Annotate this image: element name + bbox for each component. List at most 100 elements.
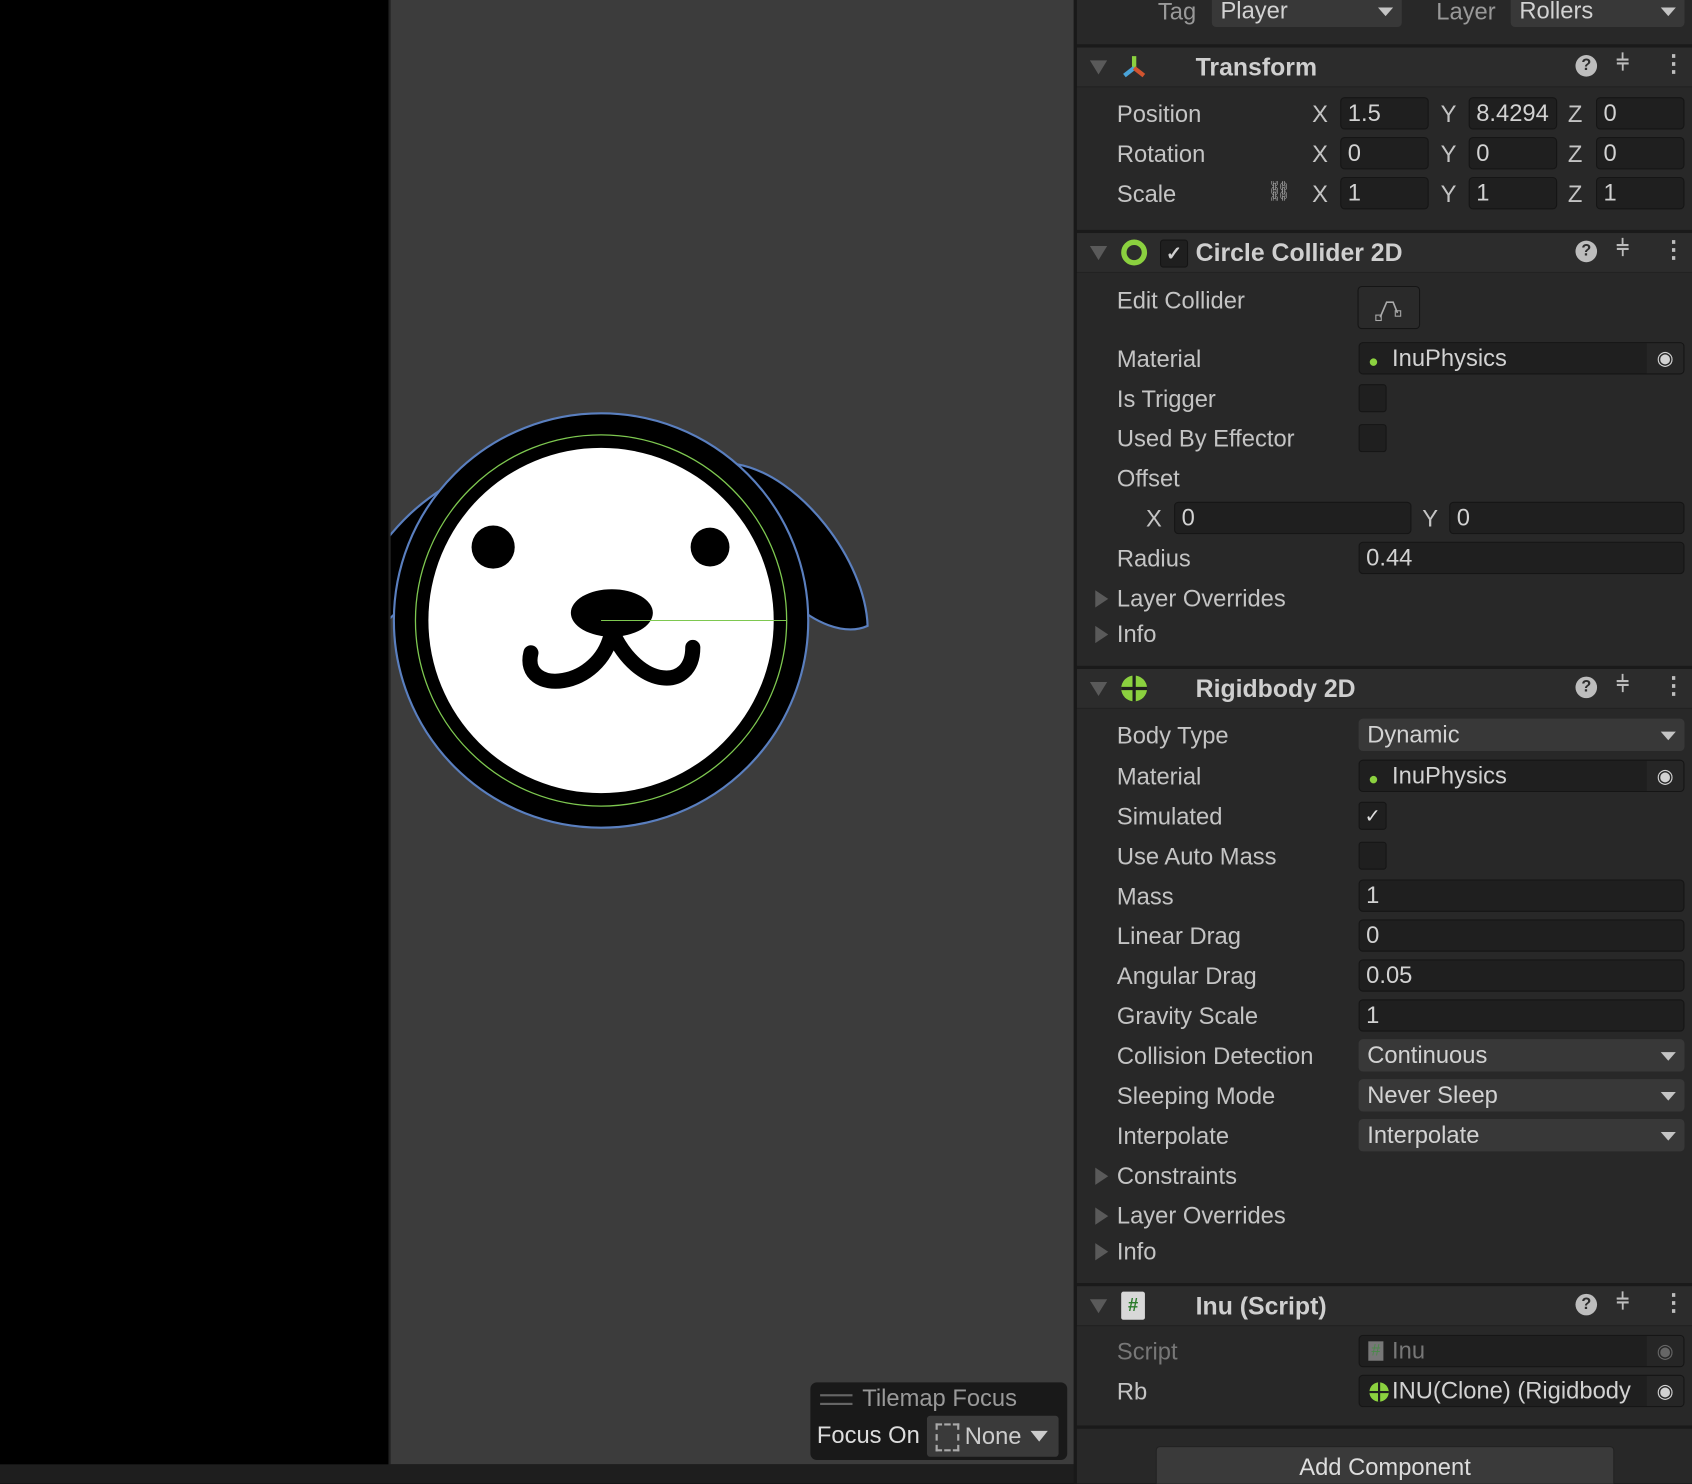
gravity-scale-label: Gravity Scale — [1116, 1002, 1259, 1030]
presets-icon[interactable]: ⫩ — [1616, 673, 1628, 698]
layer-overrides-label: Layer Overrides — [1116, 1202, 1286, 1230]
tag-dropdown[interactable]: Player — [1211, 0, 1402, 27]
tile-icon — [935, 1423, 960, 1452]
angular-drag-field[interactable]: 0.05 — [1358, 959, 1685, 992]
foldout-icon — [1095, 1207, 1109, 1225]
chevron-down-icon — [1660, 1131, 1676, 1141]
foldout-icon[interactable] — [1089, 60, 1108, 75]
mass-label: Mass — [1116, 882, 1174, 910]
physics-material-icon: ● — [1368, 352, 1379, 372]
collision-detection-dropdown[interactable]: Continuous — [1358, 1039, 1685, 1072]
interpolate-dropdown[interactable]: Interpolate — [1358, 1119, 1685, 1152]
layer-overrides-foldout[interactable]: Layer Overrides — [1077, 1198, 1692, 1235]
constraints-foldout[interactable]: Constraints — [1077, 1158, 1692, 1195]
rb-field[interactable]: INU(Clone) (Rigidbody ◉ — [1358, 1374, 1685, 1408]
tilemap-focus-title: Tilemap Focus — [862, 1384, 1018, 1412]
help-icon[interactable]: ? — [1575, 676, 1598, 699]
use-auto-mass-checkbox[interactable] — [1358, 841, 1387, 870]
help-icon[interactable]: ? — [1575, 240, 1598, 263]
edit-collider-button[interactable] — [1357, 285, 1421, 330]
enabled-checkbox[interactable]: ✓ — [1160, 239, 1189, 268]
position-y-field[interactable]: 8.4294 — [1468, 97, 1558, 130]
is-trigger-label: Is Trigger — [1116, 385, 1216, 413]
object-picker-icon[interactable]: ◉ — [1646, 760, 1684, 791]
info-label: Info — [1116, 620, 1157, 648]
rigidbody-header[interactable]: Rigidbody 2D ? ⫩ ⋮ — [1076, 669, 1692, 709]
gravity-scale-field[interactable]: 1 — [1358, 999, 1685, 1032]
simulated-checkbox[interactable]: ✓ — [1358, 801, 1387, 830]
object-picker-icon: ◉ — [1646, 1335, 1684, 1367]
help-icon[interactable]: ? — [1575, 1293, 1598, 1316]
layer-dropdown[interactable]: Rollers — [1510, 0, 1685, 27]
object-picker-icon[interactable]: ◉ — [1646, 343, 1684, 374]
focus-on-label: Focus On — [816, 1421, 920, 1449]
rotation-row: Rotation X0 Y0 Z0 — [1077, 136, 1692, 173]
sleeping-mode-dropdown[interactable]: Never Sleep — [1358, 1079, 1685, 1112]
rotation-x-field[interactable]: 0 — [1340, 137, 1429, 170]
circle-collider-header[interactable]: ✓ Circle Collider 2D ? ⫩ ⋮ — [1076, 233, 1692, 274]
rotation-y-field[interactable]: 0 — [1468, 137, 1558, 170]
rigidbody-icon — [1368, 1380, 1390, 1406]
foldout-icon[interactable] — [1089, 1299, 1108, 1314]
link-off-icon[interactable]: ⛓ — [1267, 180, 1292, 203]
chevron-down-icon — [1030, 1430, 1048, 1442]
focus-on-value: None — [964, 1422, 1022, 1450]
info-foldout[interactable]: Info — [1077, 616, 1692, 653]
axis-label: Y — [1440, 140, 1457, 168]
rotation-label: Rotation — [1116, 140, 1206, 168]
edit-shape-icon — [1375, 301, 1402, 322]
drag-handle-icon[interactable] — [820, 1394, 853, 1405]
presets-icon[interactable]: ⫩ — [1616, 1291, 1628, 1316]
radius-field[interactable]: 0.44 — [1358, 541, 1685, 575]
scene-view[interactable]: Tilemap Focus Focus On None — [348, 0, 1076, 1465]
offset-y-field[interactable]: 0 — [1449, 501, 1685, 535]
more-icon[interactable]: ⋮ — [1662, 50, 1686, 78]
script-label: Script — [1116, 1338, 1178, 1366]
scale-y-field[interactable]: 1 — [1468, 176, 1558, 210]
offset-x-field[interactable]: 0 — [1174, 501, 1412, 535]
is-trigger-checkbox[interactable] — [1358, 384, 1387, 413]
focus-on-dropdown[interactable]: None — [926, 1415, 1059, 1457]
used-by-effector-checkbox[interactable] — [1358, 424, 1387, 453]
position-x-field[interactable]: 1.5 — [1340, 97, 1429, 130]
chevron-down-icon — [1660, 7, 1676, 17]
info-foldout[interactable]: Info — [1077, 1233, 1692, 1270]
axis-label: X — [1146, 505, 1162, 532]
chevron-down-icon — [1660, 1092, 1676, 1101]
mass-field[interactable]: 1 — [1358, 879, 1685, 912]
more-icon[interactable]: ⋮ — [1662, 671, 1686, 699]
interpolate-value: Interpolate — [1367, 1121, 1480, 1149]
layer-overrides-foldout[interactable]: Layer Overrides — [1077, 581, 1692, 618]
more-icon[interactable]: ⋮ — [1662, 235, 1686, 263]
dog-sprite[interactable] — [348, 0, 1076, 1464]
object-picker-icon[interactable]: ◉ — [1646, 1375, 1684, 1407]
material-field[interactable]: ● InuPhysics ◉ — [1358, 759, 1685, 793]
presets-icon[interactable]: ⫩ — [1616, 52, 1628, 77]
add-component-button[interactable]: Add Component — [1155, 1445, 1615, 1484]
layer-overrides-label: Layer Overrides — [1116, 584, 1286, 612]
material-value: InuPhysics — [1392, 761, 1507, 789]
scale-x-field[interactable]: 1 — [1340, 176, 1429, 210]
radius-label: Radius — [1116, 544, 1191, 572]
body-type-dropdown[interactable]: Dynamic — [1358, 718, 1685, 752]
material-label: Material — [1116, 345, 1202, 373]
component-title: Inu (Script) — [1195, 1291, 1327, 1320]
axis-label: Y — [1440, 180, 1457, 208]
material-field[interactable]: ● InuPhysics ◉ — [1358, 342, 1685, 375]
more-icon[interactable]: ⋮ — [1662, 1288, 1686, 1316]
tilemap-focus-overlay: Tilemap Focus Focus On None — [810, 1382, 1068, 1461]
presets-icon[interactable]: ⫩ — [1616, 237, 1628, 262]
help-icon[interactable]: ? — [1575, 55, 1598, 77]
scale-z-field[interactable]: 1 — [1595, 176, 1685, 210]
status-bar — [0, 1464, 1074, 1484]
body-type-label: Body Type — [1116, 721, 1229, 749]
position-z-field[interactable]: 0 — [1595, 97, 1685, 130]
position-label: Position — [1116, 100, 1202, 128]
linear-drag-field[interactable]: 0 — [1358, 919, 1685, 952]
rotation-z-field[interactable]: 0 — [1595, 137, 1685, 170]
transform-header[interactable]: Transform ? ⫩ ⋮ — [1076, 47, 1692, 88]
foldout-icon[interactable] — [1089, 246, 1108, 261]
foldout-icon[interactable] — [1089, 681, 1108, 697]
collision-detection-value: Continuous — [1367, 1041, 1488, 1069]
script-header[interactable]: # Inu (Script) ? ⫩ ⋮ — [1076, 1286, 1692, 1327]
